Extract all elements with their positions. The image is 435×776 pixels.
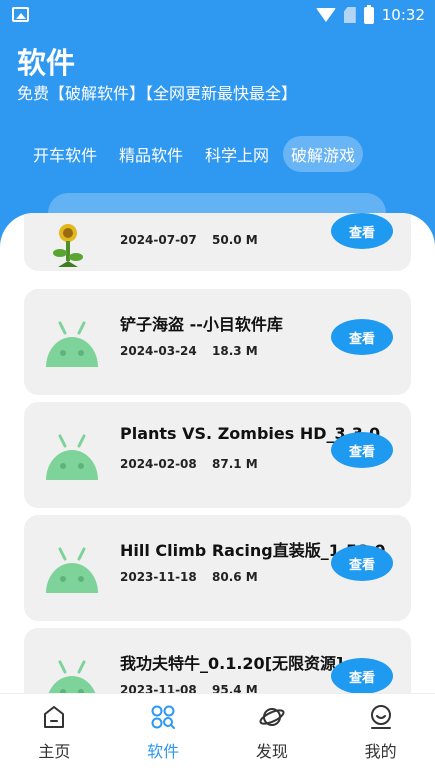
smiley-icon	[370, 705, 391, 729]
category-tabs: 开车软件 精品软件 科学上网 破解游戏	[25, 136, 364, 172]
nav-discover[interactable]: 发现	[218, 694, 327, 776]
app-name: 我功夫特牛_0.1.20[无限资源]	[120, 654, 344, 673]
list-item[interactable]: Hill Climb Racing直装版_1.58.0 2023-11-18 8…	[24, 515, 411, 621]
sunflower-icon	[53, 224, 83, 267]
tab-kaiche[interactable]: 开车软件	[25, 136, 105, 172]
app-name: 铲子海盗 --小目软件库	[120, 315, 283, 334]
android-icon	[46, 434, 98, 480]
list-item[interactable]: 铲子海盗 --小目软件库 2024-03-24 18.3 M 查看	[24, 289, 411, 395]
app-date: 2023-11-08	[120, 683, 197, 693]
tab-jingpin[interactable]: 精品软件	[111, 136, 191, 172]
nav-home-label: 主页	[38, 742, 71, 761]
app-date: 2023-11-18	[120, 570, 197, 584]
list-item[interactable]: 我功夫特牛_0.1.20[无限资源] 2023-11-08 95.4 M 查看	[24, 628, 411, 693]
app-date: 2024-07-07	[120, 233, 197, 247]
nav-software-label: 软件	[147, 742, 180, 761]
status-bar: 10:32	[0, 0, 435, 30]
sim-icon	[343, 7, 356, 23]
list-item[interactable]: Plants VS. Zombies HD_3.3.0 2024-02-08 8…	[24, 402, 411, 508]
android-icon	[48, 660, 96, 693]
bottom-navigation: 主页 软件 发现 我的	[0, 693, 435, 776]
apps-search-icon	[151, 705, 176, 729]
page-subtitle: 免费【破解软件】【全网更新最快最全】	[17, 84, 298, 103]
nav-mine-label: 我的	[364, 742, 397, 761]
image-notification-icon	[12, 7, 29, 22]
app-date: 2024-02-08	[120, 457, 197, 471]
nav-software[interactable]: 软件	[109, 694, 218, 776]
app-date: 2024-03-24	[120, 344, 197, 358]
app-size: 50.0 M	[212, 233, 258, 247]
view-button[interactable]: 查看	[331, 213, 393, 249]
nav-mine[interactable]: 我的	[326, 694, 435, 776]
view-button[interactable]: 查看	[331, 658, 393, 693]
view-button[interactable]: 查看	[331, 545, 393, 581]
wifi-icon	[315, 8, 336, 22]
page-title: 软件	[17, 46, 76, 80]
planet-icon	[259, 708, 285, 726]
android-icon	[46, 547, 98, 593]
status-indicators: 10:32	[315, 4, 425, 25]
nav-discover-label: 发现	[255, 742, 288, 761]
list-item[interactable]: 2024-07-07 50.0 M 查看	[24, 213, 411, 271]
tab-kexue[interactable]: 科学上网	[197, 136, 277, 172]
app-list: 2024-07-07 50.0 M 查看 铲子海盗 --小目软件库 2024-0…	[0, 213, 435, 693]
app-size: 87.1 M	[212, 457, 258, 471]
home-icon	[44, 706, 65, 728]
app-size: 95.4 M	[212, 683, 258, 693]
view-button[interactable]: 查看	[331, 319, 393, 355]
nav-home[interactable]: 主页	[0, 694, 109, 776]
status-time: 10:32	[381, 6, 425, 24]
app-size: 18.3 M	[212, 344, 258, 358]
view-button[interactable]: 查看	[331, 432, 393, 468]
tab-pojie-youxi[interactable]: 破解游戏	[283, 136, 364, 172]
app-size: 80.6 M	[212, 570, 258, 584]
android-icon	[46, 321, 98, 367]
battery-icon	[363, 4, 374, 24]
